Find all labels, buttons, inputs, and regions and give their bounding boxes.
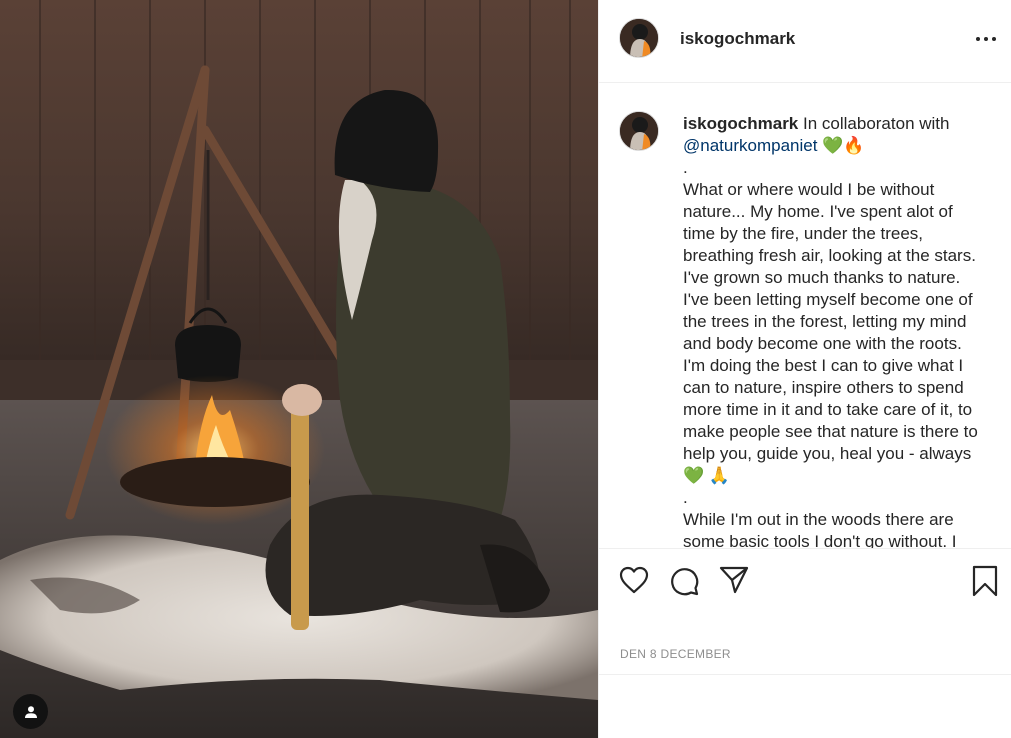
green-heart-emoji: 💚 — [683, 466, 705, 485]
post-photo[interactable] — [0, 0, 598, 738]
caption-avatar[interactable] — [619, 111, 659, 151]
caption-dot: . — [683, 488, 688, 507]
fire-emoji: 🔥 — [843, 136, 865, 155]
bookmark-icon[interactable] — [972, 565, 998, 597]
caption-more: While I'm out in the woods there are som… — [683, 510, 957, 548]
green-heart-emoji: 💚 — [822, 136, 844, 155]
caption: iskogochmark In collaboraton with @natur… — [683, 113, 988, 548]
divider — [599, 674, 1011, 675]
avatar-image — [620, 112, 658, 150]
caption-intro: In collaboraton with — [803, 114, 950, 133]
action-bar — [599, 548, 1011, 612]
caption-body: What or where would I be without nature.… — [683, 180, 978, 463]
paper-plane-icon[interactable] — [719, 565, 749, 595]
mention-link[interactable]: @naturkompaniet — [683, 136, 817, 155]
caption-dot: . — [683, 158, 688, 177]
speech-bubble-icon[interactable] — [669, 566, 699, 596]
post-header: iskogochmark — [599, 0, 1011, 83]
user-tag-button[interactable] — [13, 694, 48, 729]
avatar-image — [620, 19, 658, 57]
header-username[interactable]: iskogochmark — [680, 29, 795, 49]
user-tag-icon — [24, 705, 37, 718]
comments-area[interactable]: iskogochmark In collaboraton with @natur… — [599, 84, 1011, 548]
heart-outline-icon[interactable] — [619, 566, 649, 594]
photo-illustration — [0, 0, 598, 738]
post-side-panel: iskogochmark iskogochmark In collaborato… — [598, 0, 1011, 738]
avatar[interactable] — [619, 18, 659, 58]
caption-username[interactable]: iskogochmark — [683, 114, 798, 133]
pray-emoji: 🙏 — [708, 466, 731, 485]
post-date[interactable]: DEN 8 DECEMBER — [620, 647, 731, 661]
more-options-icon[interactable] — [971, 26, 1001, 52]
